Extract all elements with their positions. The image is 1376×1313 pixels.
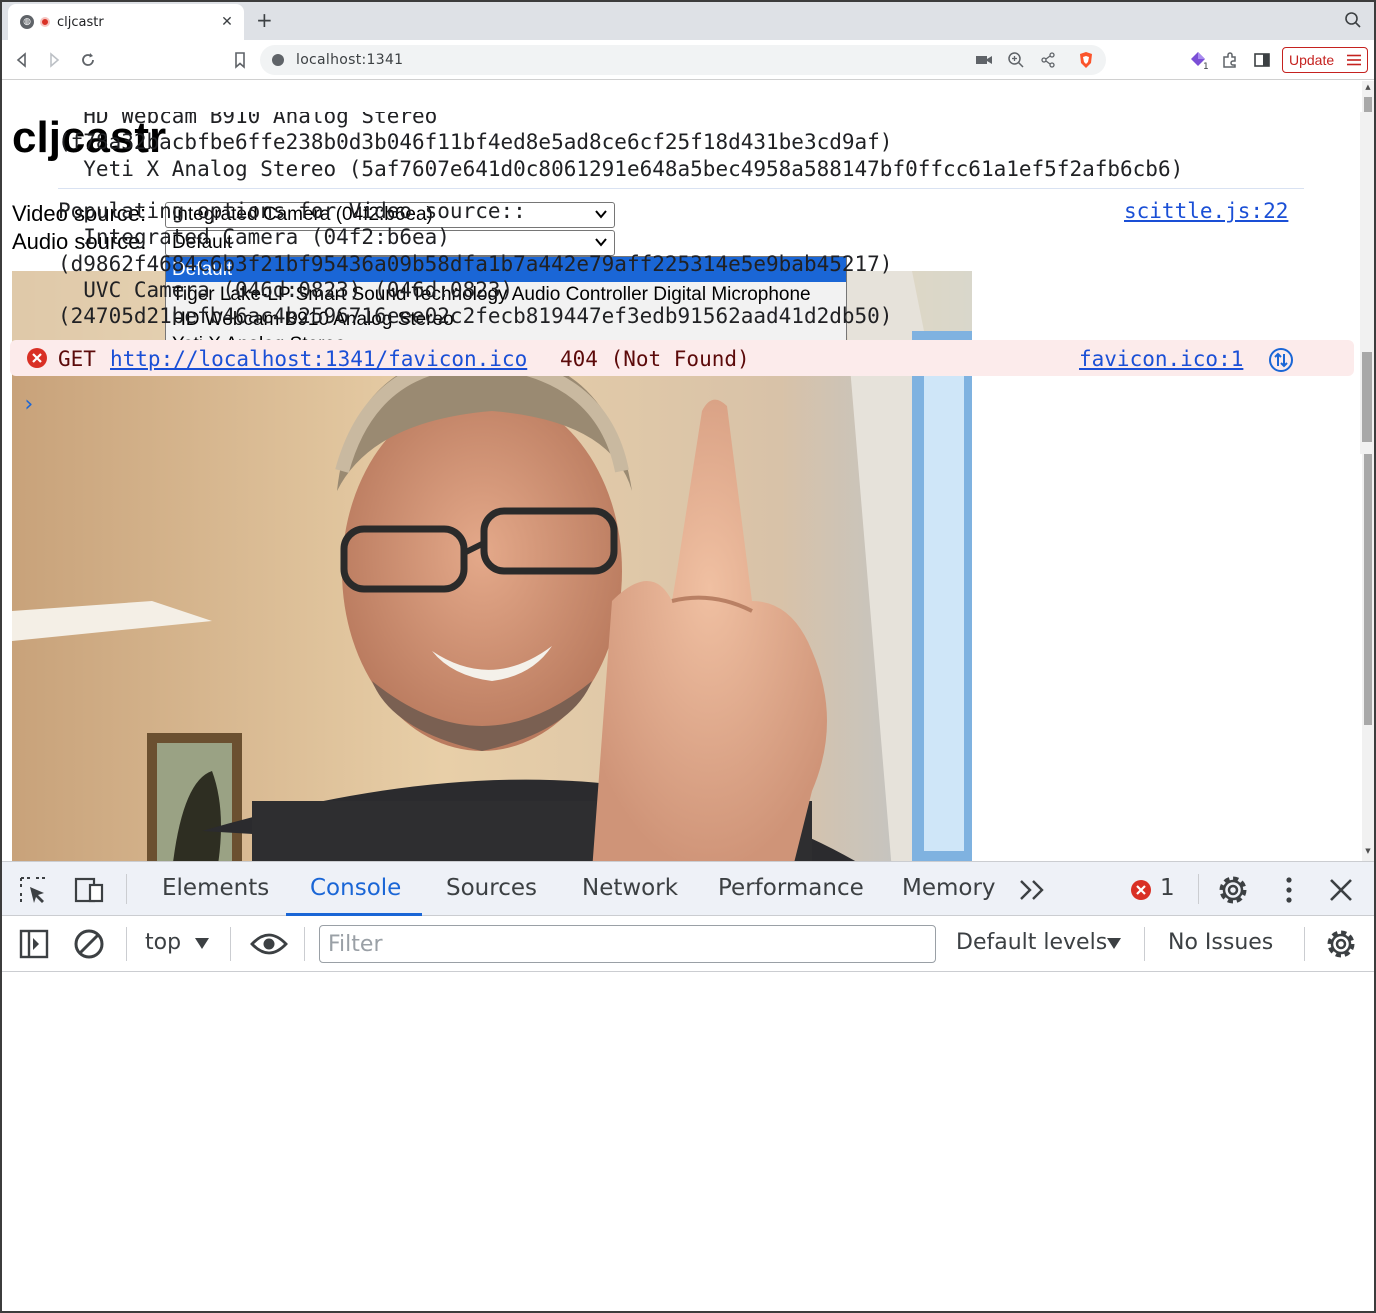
toolbar-divider <box>230 927 231 961</box>
error-source-link[interactable]: favicon.ico:1 <box>1079 347 1243 371</box>
console-line: (d9862f4684c6b3f21bf95436a09b58dfa1b7a44… <box>58 252 893 276</box>
browser-window: ◍ cljcastr ✕ + localhost:1341 1 Update c… <box>0 0 1376 1313</box>
tab-network[interactable]: Network <box>582 875 678 901</box>
console-filter-input[interactable] <box>319 925 936 963</box>
error-method: GET <box>58 347 96 371</box>
toolbar-divider <box>126 927 127 961</box>
console-prompt-icon[interactable]: › <box>22 392 35 417</box>
toolbar-divider <box>1144 927 1145 961</box>
brave-shield-icon[interactable] <box>1076 50 1096 70</box>
share-icon[interactable] <box>1038 50 1058 70</box>
console-toolbar: top Default levels No Issues <box>2 916 1374 972</box>
zoom-icon[interactable] <box>1006 50 1026 70</box>
tab-title: cljcastr <box>57 14 104 30</box>
tab-close-icon[interactable]: ✕ <box>218 14 236 30</box>
globe-icon: ◍ <box>20 15 34 29</box>
scroll-up-icon[interactable]: ▲ <box>1362 83 1374 95</box>
clear-console-icon[interactable] <box>72 927 106 961</box>
tab-console[interactable]: Console <box>310 875 401 901</box>
console-line: Integrated Camera (04f2:b6ea) <box>58 225 450 249</box>
caret-down-icon[interactable] <box>194 936 210 950</box>
scroll-down-icon[interactable]: ▼ <box>1362 847 1374 859</box>
tab-sources[interactable]: Sources <box>446 875 537 901</box>
update-button[interactable]: Update <box>1282 47 1368 73</box>
devtools-panel: Elements Console Sources Network Perform… <box>2 861 1374 1311</box>
toolbar-divider <box>1304 927 1305 961</box>
kebab-menu-icon[interactable] <box>1282 875 1296 905</box>
close-devtools-icon[interactable] <box>1328 877 1354 903</box>
console-line: (f78a32bacbfbe6ffe238b0d3b046f11bf4ed8e5… <box>58 130 893 154</box>
console-line: (24705d21befb46ac4b2596716eee02c2fecb819… <box>58 304 893 328</box>
tab-search-icon[interactable] <box>1344 11 1362 29</box>
settings-gear-icon[interactable] <box>1216 873 1250 907</box>
caret-down-icon[interactable] <box>1106 936 1122 950</box>
puzzle-icon[interactable] <box>1220 50 1240 70</box>
console-settings-gear-icon[interactable] <box>1324 927 1358 961</box>
sidebar-icon[interactable] <box>1252 50 1272 70</box>
error-status: 404 (Not Found) <box>560 347 750 371</box>
log-levels-dropdown[interactable]: Default levels <box>956 930 1107 955</box>
tab-performance[interactable]: Performance <box>718 875 864 901</box>
error-icon[interactable] <box>1130 879 1152 901</box>
console-scroll-thumb[interactable] <box>1362 352 1372 442</box>
error-url-link[interactable]: http://localhost:1341/favicon.ico <box>110 347 527 371</box>
live-expression-eye-icon[interactable] <box>250 930 288 958</box>
devtools-tab-bar: Elements Console Sources Network Perform… <box>2 862 1374 916</box>
console-line: Populating options for Video source:: <box>58 199 526 223</box>
error-icon <box>27 348 47 368</box>
tab-elements[interactable]: Elements <box>162 875 269 901</box>
console-line: UVC Camera (046d:0823) (046d:0823) <box>58 278 514 302</box>
inspect-element-icon[interactable] <box>18 875 48 905</box>
tab-divider <box>126 874 127 904</box>
tab-memory[interactable]: Memory <box>902 875 996 901</box>
new-tab-button[interactable]: + <box>256 8 273 32</box>
reload-icon[interactable] <box>78 50 98 70</box>
menu-icon <box>1347 54 1361 66</box>
site-info-icon[interactable] <box>272 54 284 66</box>
camera-in-use-icon[interactable] <box>974 50 994 70</box>
tab-divider <box>1198 874 1199 904</box>
extension-badge: 1 <box>1203 62 1209 72</box>
browser-toolbar: localhost:1341 1 Update <box>2 40 1374 80</box>
bookmark-icon[interactable] <box>230 50 250 70</box>
message-divider <box>58 188 1304 189</box>
browser-tab[interactable]: ◍ cljcastr ✕ <box>8 4 244 40</box>
device-toolbar-icon[interactable] <box>74 875 106 905</box>
more-tabs-icon[interactable] <box>1018 877 1048 903</box>
network-request-icon[interactable] <box>1268 347 1294 373</box>
update-label: Update <box>1289 52 1335 68</box>
error-count[interactable]: 1 <box>1160 875 1175 901</box>
forward-icon[interactable] <box>44 50 64 70</box>
tab-strip: ◍ cljcastr ✕ + <box>2 2 1374 40</box>
recording-icon <box>40 17 50 27</box>
toolbar-divider <box>304 927 305 961</box>
back-icon[interactable] <box>12 50 32 70</box>
console-sidebar-icon[interactable] <box>18 928 50 960</box>
source-link[interactable]: scittle.js:22 <box>1124 199 1288 223</box>
address-url[interactable]: localhost:1341 <box>296 52 403 68</box>
console-line: HD Webcam B910 Analog Stereo <box>58 112 438 128</box>
console-output: HD Webcam B910 Analog Stereo (f78a32bacb… <box>2 112 1360 454</box>
issues-button[interactable]: No Issues <box>1168 930 1273 955</box>
console-scrollbar[interactable] <box>1360 112 1374 454</box>
context-selector[interactable]: top <box>145 930 181 955</box>
console-line: Yeti X Analog Stereo (5af7607e641d0c8061… <box>58 157 1184 181</box>
